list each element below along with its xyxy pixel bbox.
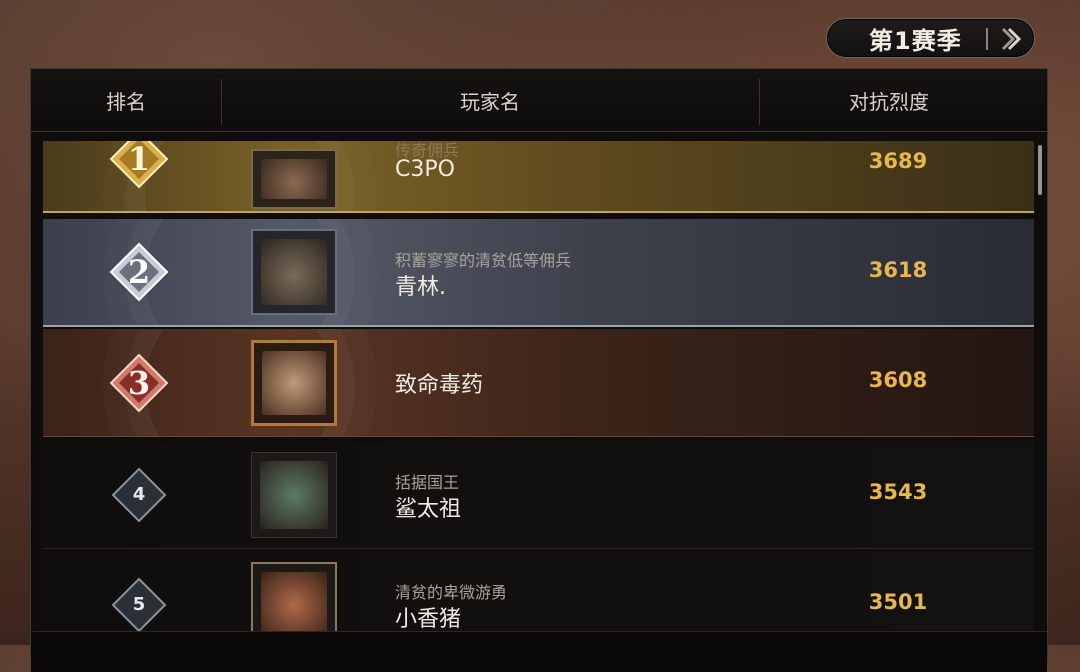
player-title: 括据国王 xyxy=(395,473,460,492)
leaderboard-row-4[interactable]: 4 括据国王 鲨太祖 3543 xyxy=(43,441,1034,549)
player-score: 3689 xyxy=(868,149,928,173)
leaderboard-row-2[interactable]: 2 积蓄寥寥的清贫低等佣兵 青林. 3618 xyxy=(43,219,1034,327)
chevron-right-icon[interactable] xyxy=(999,26,1023,52)
player-name: 青林. xyxy=(395,275,446,300)
rank-number: 1 xyxy=(127,141,151,178)
rank-badge-gold-icon: 1 xyxy=(109,141,169,189)
season-divider xyxy=(986,28,988,50)
leaderboard-row-3[interactable]: 3 致命毒药 3608 xyxy=(43,329,1034,437)
rank-badge-icon: 5 xyxy=(109,575,169,635)
rank-number: 2 xyxy=(127,253,151,291)
player-column-header: 玩家名 xyxy=(460,90,520,114)
season-selector-button[interactable]: 第1赛季 xyxy=(826,18,1035,58)
player-title: 清贫的卑微游勇 xyxy=(395,583,508,602)
rank-column-header: 排名 xyxy=(106,90,146,114)
rank-badge-icon: 4 xyxy=(109,465,169,525)
rank-number: 5 xyxy=(132,594,146,615)
player-score: 3618 xyxy=(868,258,928,282)
list-scrollbar[interactable] xyxy=(1038,145,1042,195)
player-avatar[interactable] xyxy=(251,149,337,209)
player-avatar[interactable] xyxy=(251,451,337,538)
leaderboard-panel: 排名 玩家名 对抗烈度 1 传奇佣兵 C3PO 3689 2 积蓄寥寥的清贫低等… xyxy=(30,68,1048,672)
list-bottom-edge xyxy=(31,631,1047,672)
player-score: 3543 xyxy=(868,480,928,504)
rank-number: 4 xyxy=(132,483,146,505)
rank-number: 3 xyxy=(127,363,151,402)
player-title: 积蓄寥寥的清贫低等佣兵 xyxy=(395,251,572,270)
leaderboard-row-1[interactable]: 1 传奇佣兵 C3PO 3689 xyxy=(43,141,1034,213)
player-name: 小香猪 xyxy=(395,607,462,632)
score-column-header: 对抗烈度 xyxy=(849,90,929,114)
rank-badge-bronze-icon: 3 xyxy=(109,353,169,413)
season-label: 第1赛季 xyxy=(869,26,962,55)
leaderboard-header: 排名 玩家名 对抗烈度 xyxy=(31,69,1047,132)
player-score: 3608 xyxy=(868,368,928,392)
rank-badge-silver-icon: 2 xyxy=(109,242,169,302)
player-name: 致命毒药 xyxy=(395,373,484,398)
player-score: 3501 xyxy=(868,590,928,614)
player-avatar[interactable] xyxy=(251,229,337,315)
player-name: C3PO xyxy=(395,157,455,182)
player-avatar[interactable] xyxy=(251,339,337,426)
player-name: 鲨太祖 xyxy=(395,497,462,522)
